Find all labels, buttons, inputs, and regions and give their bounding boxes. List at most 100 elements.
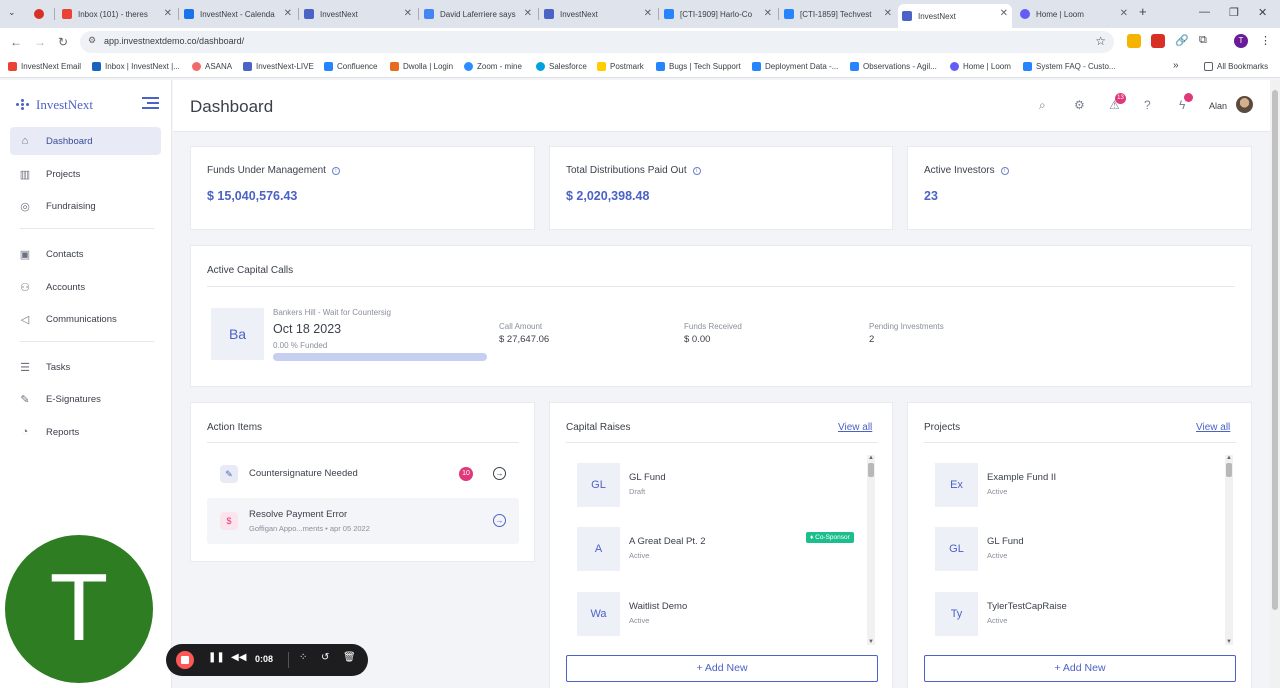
sidebar-item-e-signatures[interactable]: ✎ E-Signatures (10, 385, 161, 413)
tab-investnext-active[interactable]: InvestNext ✕ (898, 4, 1012, 28)
bookmark-item[interactable]: Postmark (597, 62, 644, 71)
user-name[interactable]: Alan (1209, 101, 1227, 111)
sidebar-item-dashboard[interactable]: ⌂ Dashboard (10, 127, 161, 155)
address-bar[interactable]: ⚙ app.investnextdemo.co/dashboard/ ☆ (80, 31, 1114, 53)
grid-icon[interactable]: ⁘ (299, 652, 307, 663)
webcam-bubble[interactable]: T (5, 535, 153, 683)
profile-avatar[interactable]: T (1234, 34, 1248, 48)
list-item[interactable]: Ty TylerTestCapRaise Active (935, 592, 1215, 636)
bookmark-item[interactable]: Deployment Data -... (752, 62, 838, 71)
browser-menu-icon[interactable]: ⋮ (1260, 34, 1274, 48)
bookmark-item[interactable]: Inbox | InvestNext |... (92, 62, 180, 71)
list-scrollbar[interactable]: ▲ ▼ (867, 455, 875, 645)
add-new-button[interactable]: + Add New (924, 655, 1236, 682)
trash-icon[interactable]: 🗑 (343, 652, 356, 663)
avatar[interactable] (1236, 96, 1253, 113)
minimize-icon[interactable]: — (1199, 6, 1210, 18)
link-extension-icon[interactable]: 🔗 (1175, 34, 1189, 48)
help-icon[interactable]: ? (1144, 98, 1151, 112)
sidebar-item-projects[interactable]: ▥ Projects (10, 160, 161, 188)
list-item[interactable]: GL GL Fund Draft (577, 463, 857, 507)
search-icon[interactable]: ⌕ (1039, 98, 1046, 113)
list-item[interactable]: Ex Example Fund II Active (935, 463, 1215, 507)
capital-call-avatar[interactable]: Ba (211, 308, 264, 360)
tab-investnext-1[interactable]: InvestNext ✕ (300, 4, 416, 24)
rewind-icon[interactable]: ◀◀ (231, 652, 246, 663)
sidebar-item-reports[interactable]: ◔ Reports (10, 418, 161, 446)
pause-icon[interactable]: ❚❚ (208, 652, 225, 663)
scrollbar-thumb[interactable] (868, 463, 874, 477)
tab-recorder[interactable] (30, 4, 52, 24)
arrow-right-circle-icon[interactable]: → (493, 514, 506, 527)
sidebar-item-contacts[interactable]: ▣ Contacts (10, 240, 161, 268)
list-scrollbar[interactable]: ▲ ▼ (1225, 455, 1233, 645)
bookmark-item[interactable]: Bugs | Tech Support (656, 62, 741, 71)
tab-doc[interactable]: David Laferriere says ✕ (420, 4, 536, 24)
action-item-countersignature[interactable]: ✎ Countersignature Needed 10 → (207, 451, 519, 497)
close-icon[interactable]: ✕ (164, 8, 172, 20)
extensions-puzzle-icon[interactable]: ⧉ (1199, 34, 1213, 48)
close-icon[interactable]: ✕ (884, 8, 892, 20)
info-icon[interactable]: i (331, 166, 340, 175)
bookmarks-overflow-icon[interactable]: » (1173, 60, 1179, 71)
add-new-button[interactable]: + Add New (566, 655, 878, 682)
bookmark-item[interactable]: Salesforce (536, 62, 587, 71)
scroll-down-icon[interactable]: ▼ (868, 639, 874, 645)
view-all-link[interactable]: View all (1196, 422, 1230, 433)
tab-jira-1909[interactable]: [CTI-1909] Harlo-Co ✕ (660, 4, 776, 24)
site-info-icon[interactable]: ⚙ (88, 35, 96, 46)
menu-toggle-icon[interactable] (142, 97, 159, 109)
all-bookmarks[interactable]: All Bookmarks (1204, 62, 1268, 71)
close-icon[interactable]: ✕ (524, 8, 532, 20)
close-icon[interactable]: ✕ (284, 8, 292, 20)
bookmark-item[interactable]: Home | Loom (950, 62, 1011, 71)
scrollbar-thumb[interactable] (1226, 463, 1232, 477)
tab-loom[interactable]: Home | Loom ✕ (1016, 4, 1132, 24)
stop-recording-button[interactable] (176, 651, 194, 669)
sidebar-item-communications[interactable]: ◁ Communications (10, 305, 161, 333)
close-icon[interactable]: ✕ (404, 8, 412, 20)
list-item[interactable]: Wa Waitlist Demo Active (577, 592, 857, 636)
close-icon[interactable]: ✕ (644, 8, 652, 20)
restore-icon[interactable]: ❐ (1229, 6, 1239, 19)
tab-jira-1859[interactable]: [CTI-1859] Techvest ✕ (780, 4, 896, 24)
scroll-up-icon[interactable]: ▲ (868, 455, 874, 461)
bookmark-item[interactable]: Observations - Agil... (850, 62, 937, 71)
tab-gmail[interactable]: Inbox (101) - theres ✕ (58, 4, 176, 24)
brand-logo[interactable]: InvestNext (16, 97, 93, 113)
back-arrow-icon[interactable]: ← (10, 35, 22, 49)
bookmark-item[interactable]: System FAQ - Custo... (1023, 62, 1116, 71)
window-close-icon[interactable]: ✕ (1258, 6, 1267, 19)
gear-icon[interactable]: ⚙ (1074, 98, 1085, 112)
new-tab-icon[interactable]: + (1139, 4, 1147, 19)
sidebar-item-accounts[interactable]: ⚇ Accounts (10, 273, 161, 301)
bookmark-item[interactable]: Confluence (324, 62, 377, 71)
tab-calendar[interactable]: InvestNext - Calenda ✕ (180, 4, 296, 24)
bookmark-item[interactable]: Zoom - mine (464, 62, 522, 71)
bookmark-star-icon[interactable]: ☆ (1095, 34, 1106, 48)
scroll-up-icon[interactable]: ▲ (1226, 455, 1232, 461)
extension-icon[interactable] (1127, 34, 1141, 48)
sidebar-item-fundraising[interactable]: ◎ Fundraising (10, 192, 161, 220)
capital-call-name[interactable]: Bankers Hill - Wait for Countersig (273, 308, 391, 317)
close-icon[interactable]: ✕ (764, 8, 772, 20)
scrollbar-thumb[interactable] (1272, 90, 1278, 610)
tab-search-chevron-icon[interactable]: ⌄ (8, 7, 16, 18)
sidebar-item-tasks[interactable]: ☰ Tasks (10, 353, 161, 381)
close-icon[interactable]: ✕ (1000, 8, 1008, 20)
bookmark-item[interactable]: ASANA (192, 62, 232, 71)
bookmark-item[interactable]: Dwolla | Login (390, 62, 453, 71)
scroll-down-icon[interactable]: ▼ (1226, 639, 1232, 645)
close-icon[interactable]: ✕ (1120, 8, 1128, 20)
restart-icon[interactable]: ↺ (321, 652, 329, 663)
info-icon[interactable]: i (692, 166, 701, 175)
view-all-link[interactable]: View all (838, 422, 872, 433)
tab-investnext-2[interactable]: InvestNext ✕ (540, 4, 656, 24)
action-item-payment-error[interactable]: $ Resolve Payment Error Goffigan Appo...… (207, 498, 519, 544)
info-icon[interactable]: i (1000, 166, 1009, 175)
arrow-right-circle-icon[interactable]: → (493, 467, 506, 480)
forward-arrow-icon[interactable]: → (34, 35, 46, 49)
bookmark-item[interactable]: InvestNext Email (8, 62, 81, 71)
list-item[interactable]: GL GL Fund Active (935, 527, 1215, 571)
reload-icon[interactable]: ↻ (58, 35, 68, 49)
